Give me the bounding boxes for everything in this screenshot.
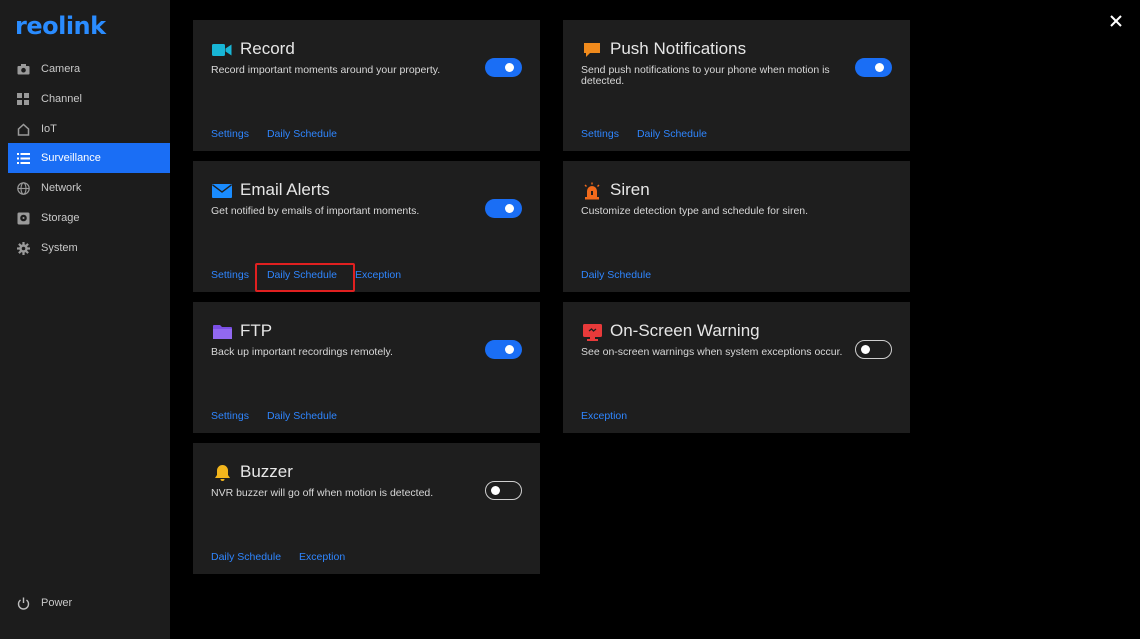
toggle-knob <box>861 344 870 354</box>
card-links: Settings Daily Schedule <box>581 128 707 140</box>
daily-schedule-link[interactable]: Daily Schedule <box>637 128 707 140</box>
exception-link[interactable]: Exception <box>355 269 401 281</box>
record-toggle[interactable] <box>485 58 522 77</box>
toggle-knob <box>491 485 500 495</box>
card-on-screen-warning: On-Screen Warning See on-screen warnings… <box>563 302 910 433</box>
email-alerts-toggle[interactable] <box>485 199 522 218</box>
card-description: Record important moments around your pro… <box>211 64 441 76</box>
card-links: Daily Schedule Exception <box>211 551 345 563</box>
sidebar-item-network[interactable]: Network <box>8 173 170 203</box>
sidebar-item-system[interactable]: System <box>8 233 170 263</box>
card-title: Push Notifications <box>610 39 747 58</box>
buzzer-toggle[interactable] <box>485 481 522 500</box>
push-notifications-toggle[interactable] <box>855 58 892 77</box>
toggle-knob <box>505 204 514 213</box>
sidebar: reolink Camera Channel IoT Surveillance <box>0 0 170 639</box>
power-label: Power <box>41 597 73 609</box>
sidebar-item-label: Camera <box>41 63 81 75</box>
daily-schedule-link[interactable]: Daily Schedule <box>267 410 337 422</box>
sidebar-item-label: Storage <box>41 212 80 224</box>
card-buzzer: Buzzer NVR buzzer will go off when motio… <box>193 443 540 574</box>
card-email-alerts: Email Alerts Get notified by emails of i… <box>193 161 540 292</box>
on-screen-warning-toggle[interactable] <box>855 340 892 359</box>
card-description: Send push notifications to your phone wh… <box>581 64 830 87</box>
card-siren: Siren Customize detection type and sched… <box>563 161 910 292</box>
power-button[interactable]: Power <box>8 588 170 618</box>
card-description: Customize detection type and schedule fo… <box>581 205 809 217</box>
card-description: Back up important recordings remotely. <box>211 346 393 358</box>
card-links: Settings Daily Schedule Exception <box>211 269 401 281</box>
video-camera-icon <box>212 40 232 60</box>
card-record: Record Record important moments around y… <box>193 20 540 151</box>
card-title: Siren <box>610 180 650 199</box>
channel-grid-icon <box>16 92 30 106</box>
close-button[interactable] <box>1106 11 1126 31</box>
card-links: Settings Daily Schedule <box>211 128 337 140</box>
camera-icon <box>16 62 30 76</box>
daily-schedule-link[interactable]: Daily Schedule <box>267 128 337 140</box>
exception-link[interactable]: Exception <box>581 410 627 422</box>
toggle-knob <box>505 345 514 354</box>
settings-link[interactable]: Settings <box>211 269 249 281</box>
bell-icon <box>212 463 232 483</box>
sidebar-item-label: Surveillance <box>41 152 101 164</box>
settings-link[interactable]: Settings <box>581 128 619 140</box>
card-ftp: FTP Back up important recordings remotel… <box>193 302 540 433</box>
card-title: Email Alerts <box>240 180 330 199</box>
card-description: NVR buzzer will go off when motion is de… <box>211 487 434 499</box>
sidebar-item-label: Network <box>41 182 82 194</box>
folder-icon <box>212 322 232 342</box>
sidebar-item-label: IoT <box>41 123 57 135</box>
sidebar-item-label: Channel <box>41 93 82 105</box>
sidebar-item-label: System <box>41 242 78 254</box>
card-links: Exception <box>581 410 627 422</box>
toggle-knob <box>875 63 884 72</box>
card-title: Record <box>240 39 295 58</box>
card-description: Get notified by emails of important mome… <box>211 205 420 217</box>
monitor-warning-icon <box>582 322 602 342</box>
sidebar-item-storage[interactable]: Storage <box>8 203 170 233</box>
daily-schedule-link[interactable]: Daily Schedule <box>267 269 337 281</box>
siren-icon <box>582 181 602 201</box>
gear-icon <box>16 241 30 255</box>
envelope-icon <box>212 181 232 201</box>
globe-icon <box>16 181 30 195</box>
list-icon <box>16 151 30 165</box>
settings-link[interactable]: Settings <box>211 410 249 422</box>
storage-icon <box>16 211 30 225</box>
sidebar-item-iot[interactable]: IoT <box>8 114 170 144</box>
sidebar-item-surveillance[interactable]: Surveillance <box>8 143 170 173</box>
daily-schedule-link[interactable]: Daily Schedule <box>211 551 281 563</box>
close-icon <box>1110 15 1122 27</box>
card-description: See on-screen warnings when system excep… <box>581 346 843 358</box>
ftp-toggle[interactable] <box>485 340 522 359</box>
daily-schedule-link[interactable]: Daily Schedule <box>581 269 651 281</box>
iot-home-icon <box>16 122 30 136</box>
sidebar-item-camera[interactable]: Camera <box>8 54 170 84</box>
exception-link[interactable]: Exception <box>299 551 345 563</box>
power-icon <box>16 596 30 610</box>
message-bubble-icon <box>582 40 602 60</box>
card-push-notifications: Push Notifications Send push notificatio… <box>563 20 910 151</box>
settings-link[interactable]: Settings <box>211 128 249 140</box>
card-links: Daily Schedule <box>581 269 651 281</box>
sidebar-item-channel[interactable]: Channel <box>8 84 170 114</box>
reolink-logo: reolink <box>15 12 106 40</box>
card-links: Settings Daily Schedule <box>211 410 337 422</box>
app-window: reolink Camera Channel IoT Surveillance <box>0 0 1140 639</box>
toggle-knob <box>505 63 514 72</box>
card-title: On-Screen Warning <box>610 321 760 340</box>
card-title: FTP <box>240 321 273 340</box>
card-title: Buzzer <box>240 462 293 481</box>
